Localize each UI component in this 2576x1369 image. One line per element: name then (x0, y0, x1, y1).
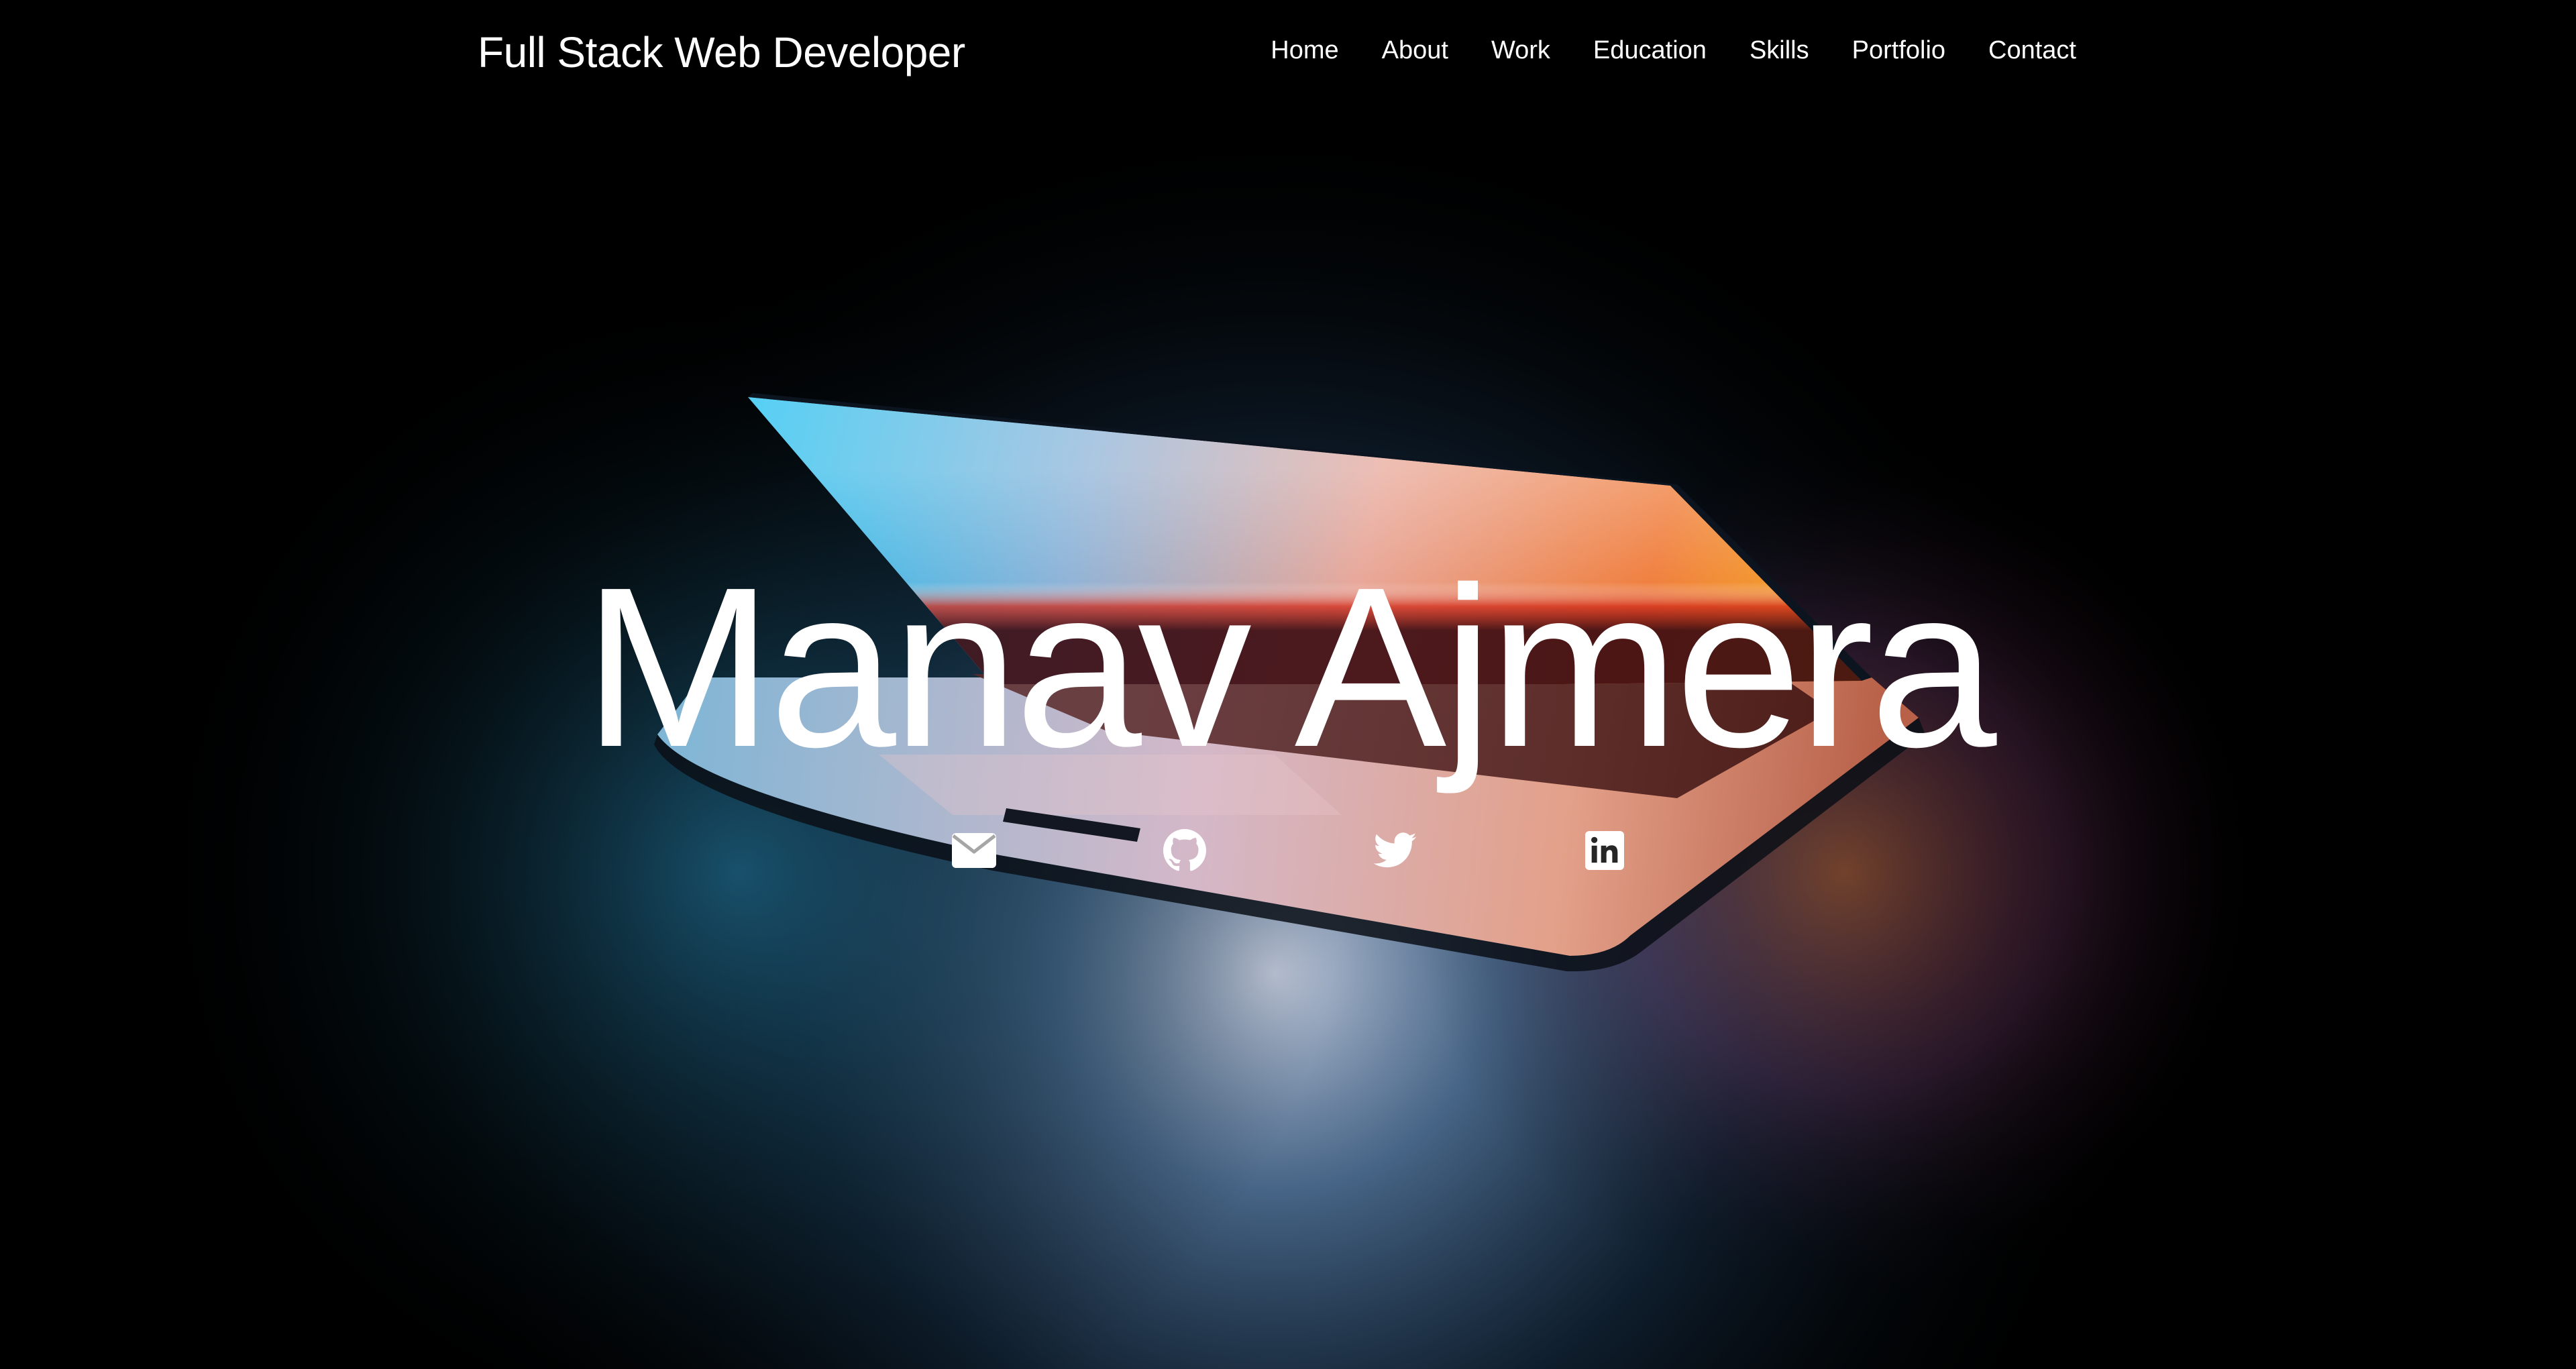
nav-item-home: Home (1271, 31, 1338, 70)
nav-item-work: Work (1491, 31, 1550, 70)
hero-section: Full Stack Web Developer Home About Work… (0, 0, 2576, 1369)
nav-item-contact: Contact (1988, 31, 2076, 70)
nav-link-skills[interactable]: Skills (1750, 31, 1809, 70)
github-icon (1163, 829, 1206, 871)
hero-name: Manav Ajmera (583, 540, 1996, 795)
twitter-link[interactable] (1368, 824, 1422, 877)
twitter-icon (1373, 832, 1417, 868)
github-link[interactable] (1158, 824, 1212, 877)
site-brand[interactable]: Full Stack Web Developer (478, 25, 965, 79)
social-links (0, 824, 2576, 884)
linkedin-icon (1585, 831, 1624, 870)
nav-link-contact[interactable]: Contact (1988, 31, 2076, 70)
nav-link-about[interactable]: About (1382, 31, 1448, 70)
nav-item-skills: Skills (1750, 31, 1809, 70)
nav-link-work[interactable]: Work (1491, 31, 1550, 70)
nav-item-education: Education (1593, 31, 1707, 70)
main-nav: Home About Work Education Skills Portfol… (1228, 31, 2076, 70)
envelope-icon (952, 833, 996, 868)
nav-link-portfolio[interactable]: Portfolio (1852, 31, 1945, 70)
nav-item-portfolio: Portfolio (1852, 31, 1945, 70)
nav-link-home[interactable]: Home (1271, 31, 1338, 70)
email-link[interactable] (947, 824, 1001, 877)
nav-link-education[interactable]: Education (1593, 31, 1707, 70)
nav-item-about: About (1382, 31, 1448, 70)
linkedin-link[interactable] (1578, 824, 1631, 877)
